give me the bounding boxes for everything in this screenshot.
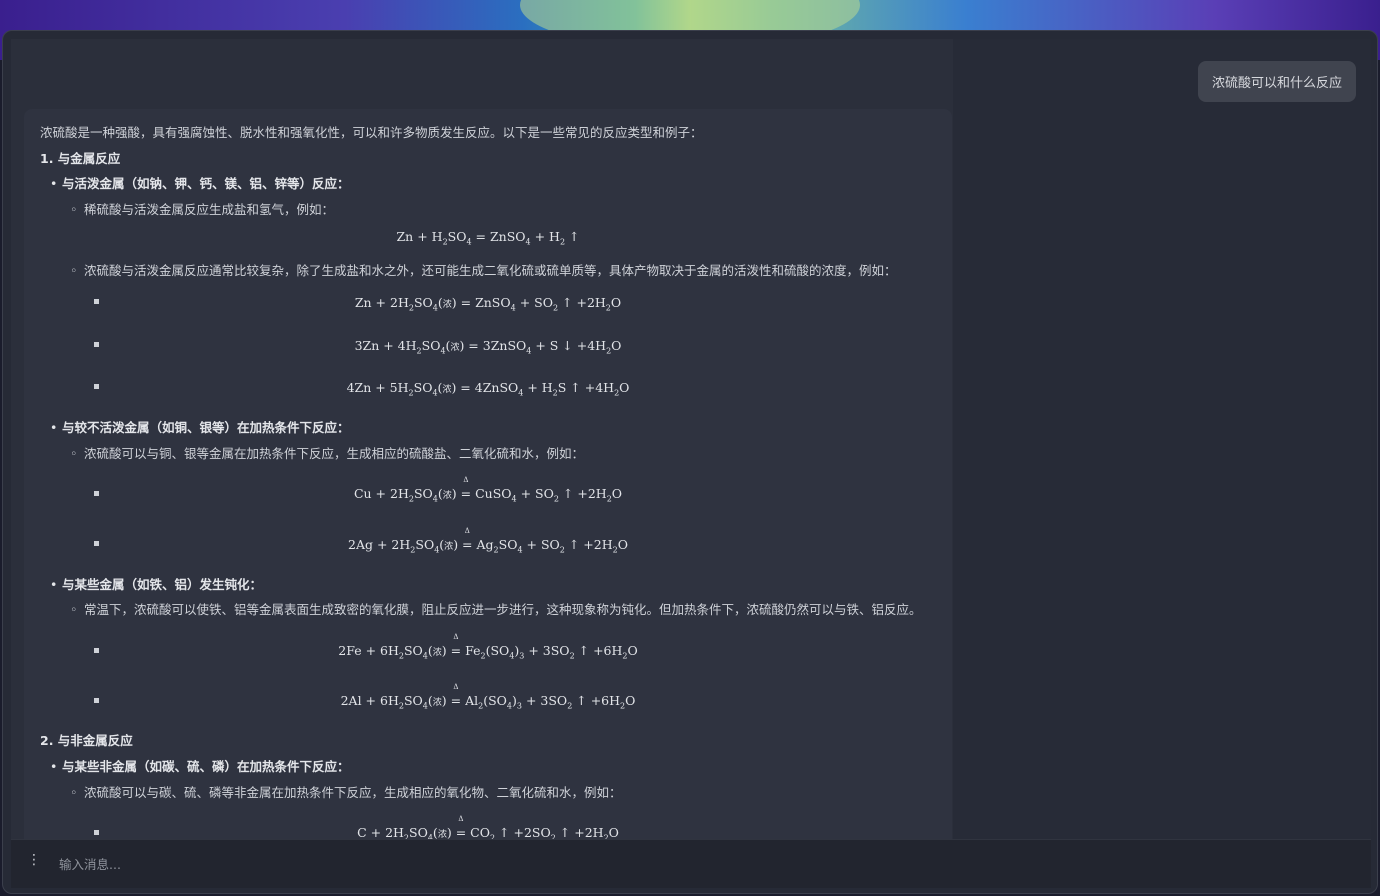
equation: 2Fe + 6H2SO4(浓) = Fe2(SO4)3 + 3SO2 ↑ +6H… bbox=[24, 633, 952, 661]
sub-bullet-passivation: 常温下，浓硫酸可以使铁、铝等金属表面生成致密的氧化膜，阻止反应进一步进行，这种现… bbox=[70, 599, 922, 618]
bullet-less-active-metals: 与较不活泼金属（如铜、银等）在加热条件下反应： bbox=[50, 417, 350, 436]
assistant-answer: 浓硫酸是一种强酸，具有强腐蚀性、脱水性和强氧化性，可以和许多物质发生反应。以下是… bbox=[24, 109, 952, 849]
section-title-nonmetals: 2. 与非金属反应 bbox=[40, 733, 133, 748]
equation: 3Zn + 4H2SO4(浓) = 3ZnSO4 + S ↓ +4H2O bbox=[354, 338, 622, 356]
more-vertical-icon[interactable]: ⋮ bbox=[27, 852, 41, 868]
chat-window: 浓硫酸可以和什么反应 浓硫酸是一种强酸，具有强腐蚀性、脱水性和强氧化性，可以和许… bbox=[2, 30, 1378, 894]
equation: Zn + H2SO4 = ZnSO4 + H2 ↑ bbox=[396, 229, 580, 247]
right-panel bbox=[953, 39, 1371, 839]
message-input[interactable]: 输入消息... bbox=[59, 854, 121, 873]
sub-bullet-nonmetals: 浓硫酸可以与碳、硫、磷等非金属在加热条件下反应，生成相应的氧化物、二氧化硫和水，… bbox=[70, 782, 622, 801]
sub-bullet-less-active: 浓硫酸可以与铜、银等金属在加热条件下反应，生成相应的硫酸盐、二氧化硫和水，例如： bbox=[70, 443, 584, 462]
equation: Zn + 2H2SO4(浓) = ZnSO4 + SO2 ↑ +2H2O bbox=[354, 295, 622, 313]
bullet-active-metals: 与活泼金属（如钠、钾、钙、镁、铝、锌等）反应： bbox=[50, 173, 350, 192]
equation: 4Zn + 5H2SO4(浓) = 4ZnSO4 + H2S ↑ +4H2O bbox=[346, 380, 630, 398]
user-message-bubble: 浓硫酸可以和什么反应 bbox=[1197, 61, 1356, 102]
answer-intro: 浓硫酸是一种强酸，具有强腐蚀性、脱水性和强氧化性，可以和许多物质发生反应。以下是… bbox=[40, 125, 703, 140]
section-title-metals: 1. 与金属反应 bbox=[40, 151, 121, 166]
equation: Cu + 2H2SO4(浓) = CuSO4 + SO2 ↑ +2H2O bbox=[24, 476, 952, 504]
equation: 2Ag + 2H2SO4(浓) = Ag2SO4 + SO2 ↑ +2H2O bbox=[24, 527, 952, 555]
sub-bullet-dilute: 稀硫酸与活泼金属反应生成盐和氢气，例如： bbox=[70, 199, 334, 218]
sub-bullet-concentrated: 浓硫酸与活泼金属反应通常比较复杂，除了生成盐和水之外，还可能生成二氧化硫或硫单质… bbox=[70, 260, 897, 279]
bullet-nonmetals: 与某些非金属（如碳、硫、磷）在加热条件下反应： bbox=[50, 756, 350, 775]
bullet-passivation: 与某些金属（如铁、铝）发生钝化： bbox=[50, 574, 262, 593]
equation: 2Al + 6H2SO4(浓) = Al2(SO4)3 + 3SO2 ↑ +6H… bbox=[24, 683, 952, 711]
message-input-bar: ⋮ 输入消息... bbox=[11, 839, 1371, 888]
